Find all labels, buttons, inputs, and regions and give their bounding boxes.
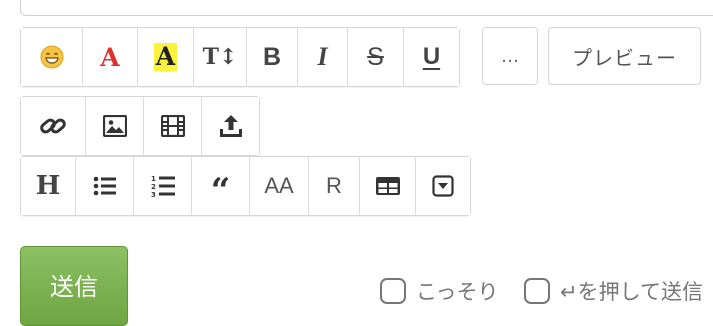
enter-send-label: ↵を押して送信	[560, 280, 703, 304]
film-icon	[160, 115, 185, 137]
preview-label: プレビュー	[572, 45, 677, 70]
smiley-icon	[40, 45, 64, 69]
formatting-toolbar: A A T↕ B I S U	[20, 27, 460, 87]
highlight-label: A	[153, 42, 178, 71]
image-icon	[102, 115, 127, 137]
underline-label: U	[422, 43, 441, 70]
image-button[interactable]	[86, 97, 144, 155]
link-button[interactable]	[21, 97, 86, 155]
enter-send-option[interactable]: ↵を押して送信	[524, 276, 703, 306]
video-button[interactable]	[144, 97, 202, 155]
svg-text:1: 1	[151, 175, 156, 183]
bullet-list-button[interactable]	[76, 157, 134, 215]
preview-button[interactable]: プレビュー	[548, 27, 701, 85]
heading-button[interactable]: H	[21, 157, 76, 215]
table-icon	[375, 176, 401, 196]
secret-checkbox[interactable]	[380, 278, 406, 304]
block-toolbar: H 1 2 3 “ AA R	[20, 156, 471, 216]
italic-button[interactable]: I	[298, 28, 348, 86]
text-size-button[interactable]: AA	[250, 157, 309, 215]
bold-button[interactable]: B	[247, 28, 298, 86]
numbered-list-icon: 1 2 3	[150, 174, 176, 198]
ruby-label: R	[326, 173, 342, 198]
upload-button[interactable]	[202, 97, 259, 155]
font-size-button[interactable]: T↕	[194, 28, 247, 86]
font-color-button[interactable]: A	[83, 28, 138, 86]
font-size-label: T↕	[202, 44, 238, 70]
submit-button[interactable]: 送信	[20, 246, 128, 326]
heading-label: H	[35, 171, 61, 201]
details-button[interactable]	[416, 157, 470, 215]
highlight-button[interactable]: A	[138, 28, 194, 86]
secret-option[interactable]: こっそり	[380, 276, 499, 306]
secret-label: こっそり	[416, 280, 499, 304]
quote-icon: “	[210, 171, 231, 211]
more-button[interactable]: …	[482, 27, 538, 85]
ruby-button[interactable]: R	[309, 157, 360, 215]
insert-toolbar	[20, 96, 260, 156]
text-size-label: AA	[264, 173, 294, 198]
more-label: …	[501, 45, 519, 67]
numbered-list-button[interactable]: 1 2 3	[134, 157, 192, 215]
bold-label: B	[262, 42, 282, 71]
svg-text:3: 3	[151, 191, 156, 198]
upload-icon	[218, 113, 244, 139]
comment-textarea[interactable]	[20, 0, 713, 16]
table-button[interactable]	[360, 157, 416, 215]
dropdown-box-icon	[432, 175, 454, 197]
svg-text:2: 2	[151, 183, 156, 191]
quote-button[interactable]: “	[192, 157, 250, 215]
submit-label: 送信	[50, 273, 98, 301]
strikethrough-button[interactable]: S	[348, 28, 404, 86]
bullet-list-icon	[93, 176, 117, 196]
emoji-button[interactable]	[21, 28, 83, 86]
strikethrough-label: S	[367, 42, 384, 71]
italic-label: I	[317, 42, 328, 71]
underline-button[interactable]: U	[404, 28, 459, 86]
font-color-label: A	[100, 42, 120, 72]
enter-send-checkbox[interactable]	[524, 278, 550, 304]
link-icon	[38, 111, 68, 141]
